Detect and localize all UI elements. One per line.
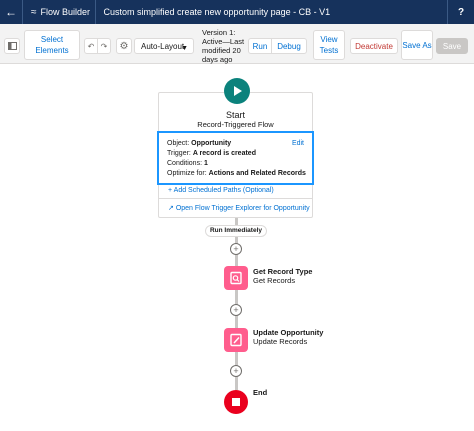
add-scheduled-paths-link[interactable]: + Add Scheduled Paths (Optional) <box>158 187 313 194</box>
app-title: Flow Builder <box>40 7 91 17</box>
select-elements-button[interactable]: Select Elements <box>24 30 80 60</box>
detail-label: Optimize for: <box>167 170 207 177</box>
update-opportunity-node[interactable] <box>224 328 248 352</box>
help-icon: ? <box>457 6 465 18</box>
start-title: Start <box>225 110 245 120</box>
settings-button[interactable]: ⚙ <box>116 38 132 54</box>
back-arrow-icon: ← <box>5 5 17 19</box>
header-divider <box>22 0 23 24</box>
open-trigger-explorer-label: Open Flow Trigger Explorer for Opportuni… <box>175 205 310 212</box>
detail-object: Object: Opportunity <box>167 139 304 149</box>
detail-value: A record is created <box>192 150 256 157</box>
end-node[interactable] <box>224 390 248 414</box>
chevron-down-icon: ▼ <box>181 45 188 52</box>
flow-builder-icon: ≈ <box>31 6 37 18</box>
version-status: Version 1: Active—Last modified 20 days … <box>202 28 245 64</box>
redo-icon: ↷ <box>100 41 108 51</box>
detail-label: Trigger: <box>167 150 191 157</box>
open-trigger-explorer-link[interactable]: ↗ Open Flow Trigger Explorer for Opportu… <box>158 204 313 212</box>
header-divider <box>94 0 96 24</box>
flow-title: Custom simplified create new opportunity… <box>103 7 331 17</box>
app-header: ← ≈ Flow Builder Custom simplified creat… <box>0 0 474 24</box>
detail-conditions: Conditions: 1 <box>167 159 304 169</box>
detail-value: Actions and Related Records <box>208 170 306 177</box>
toolbar: Select Elements ↶ ↷ ⚙ Auto-Layout ▼ Vers… <box>0 24 474 64</box>
stop-icon <box>232 398 240 406</box>
detail-optimize: Optimize for: Actions and Related Record… <box>167 169 306 179</box>
end-label: End <box>253 388 268 397</box>
back-button[interactable]: ← <box>0 0 22 24</box>
undo-button[interactable]: ↶ <box>84 38 98 54</box>
undo-icon: ↶ <box>87 41 95 51</box>
detail-label: Object: <box>167 140 190 147</box>
run-button[interactable]: Run <box>248 38 272 54</box>
detail-value: Opportunity <box>191 140 232 147</box>
play-icon <box>234 86 242 96</box>
add-element-button[interactable]: + <box>230 243 242 255</box>
edit-link[interactable]: Edit <box>292 139 304 149</box>
plus-icon: + <box>168 187 173 194</box>
redo-button[interactable]: ↷ <box>97 38 111 54</box>
save-button[interactable]: Save <box>436 38 468 54</box>
add-element-button[interactable]: + <box>230 365 242 377</box>
debug-button[interactable]: Debug <box>271 38 307 54</box>
gear-icon: ⚙ <box>119 40 129 52</box>
start-icon[interactable] <box>224 78 250 104</box>
update-records-icon <box>230 333 242 347</box>
add-scheduled-paths-label: Add Scheduled Paths (Optional) <box>173 187 274 194</box>
node-title: Get Record Type <box>253 267 313 276</box>
get-records-icon <box>230 271 242 285</box>
detail-value: 1 <box>203 160 208 167</box>
view-tests-button[interactable]: View Tests <box>313 30 345 60</box>
get-record-type-node[interactable] <box>224 266 248 290</box>
node-subtitle: Get Records <box>253 276 296 285</box>
help-button[interactable]: ? <box>448 0 474 24</box>
detail-label: Conditions: <box>167 160 203 167</box>
toggle-panel-button[interactable] <box>4 38 20 54</box>
add-element-button[interactable]: + <box>230 304 242 316</box>
panel-icon <box>7 42 17 50</box>
node-title: Update Opportunity <box>253 328 324 337</box>
node-subtitle: Update Records <box>253 337 308 346</box>
layout-select-value: Auto-Layout <box>141 41 185 51</box>
start-subtitle: Record-Triggered Flow <box>197 120 274 129</box>
start-details-panel[interactable]: Edit Object: Opportunity Trigger: A reco… <box>157 131 314 185</box>
save-as-button[interactable]: Save As <box>401 30 433 60</box>
external-link-icon: ↗ <box>168 205 174 212</box>
run-immediately-label: Run Immediately <box>205 225 267 237</box>
detail-trigger: Trigger: A record is created <box>167 149 304 159</box>
layout-select[interactable]: Auto-Layout ▼ <box>134 38 194 54</box>
deactivate-button[interactable]: Deactivate <box>350 38 398 54</box>
divider <box>158 198 313 199</box>
